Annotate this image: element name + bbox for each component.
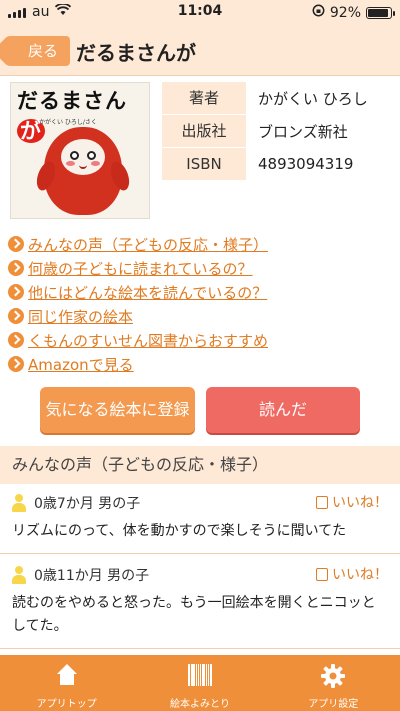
link-reader-ages[interactable]: 何歳の子どもに読まれているの？ (8, 256, 392, 280)
thumbs-up-icon (316, 495, 328, 509)
info-label: 著者 (162, 82, 246, 114)
cover-author: かがくい ひろし/さく (39, 119, 97, 126)
tab-label: アプリ設定 (308, 699, 359, 710)
voice-item: 0歳7か月 男の子 いいね！ リズムにのって、体を動かすので楽しそうに聞いてた (0, 484, 400, 554)
link-amazon[interactable]: Amazonで見る (8, 352, 392, 376)
chevron-right-icon (8, 260, 24, 276)
tab-app-top[interactable]: アプリトップ (0, 655, 133, 711)
cover-title-main: だるまさん (17, 89, 127, 113)
chevron-right-icon (8, 332, 24, 348)
link-other-books[interactable]: 他にはどんな絵本を読んでいるの？ (8, 280, 392, 304)
voice-comment: リズムにのって、体を動かすので楽しそうに聞いてた (12, 523, 347, 539)
like-button[interactable]: いいね！ (316, 492, 388, 512)
book-links: みんなの声（子どもの反応・様子） 何歳の子どもに読まれているの？ 他にはどんな絵… (8, 232, 392, 376)
voice-comment: 読むのをやめると怒った。もう一回絵本を開くとニコッとしてた。 (12, 595, 376, 634)
tab-settings[interactable]: アプリ設定 (267, 655, 400, 711)
child-icon (12, 494, 26, 512)
link-label: 他にはどんな絵本を読んでいるの？ (28, 283, 268, 302)
like-label: いいね！ (332, 495, 388, 511)
voices-section-header: みんなの声（子どもの反応・様子） (0, 446, 400, 484)
chevron-right-icon (8, 284, 24, 300)
rotation-lock-icon (312, 4, 325, 21)
info-value: ブロンズ新社 (258, 122, 348, 141)
info-label: ISBN (162, 148, 246, 180)
like-label: いいね！ (332, 567, 388, 583)
page-title: だるまさんが (76, 41, 196, 65)
thumbs-up-icon (316, 567, 328, 581)
info-value: かがくい ひろし (258, 89, 368, 108)
tab-label: アプリトップ (36, 699, 97, 710)
info-row-isbn: ISBN 4893094319 (162, 148, 394, 180)
daruma-illustration (33, 127, 133, 215)
navigation-bar: 戻る だるまさんが (0, 24, 400, 76)
book-cover-image: だるまさんが かがくい ひろし/さく (10, 82, 150, 219)
info-value: 4893094319 (258, 155, 354, 173)
battery-percent: 92% (329, 4, 361, 21)
child-age: 0歳11か月 男の子 (34, 568, 150, 584)
battery-fill (368, 8, 389, 17)
mark-read-button[interactable]: 読んだ (206, 387, 360, 433)
chevron-right-icon (8, 308, 24, 324)
tab-book-scan[interactable]: 絵本よみとり (133, 655, 266, 711)
child-age: 0歳7か月 男の子 (34, 496, 141, 512)
link-label: Amazonで見る (28, 355, 134, 374)
link-voices[interactable]: みんなの声（子どもの反応・様子） (8, 232, 392, 256)
register-favorite-button[interactable]: 気になる絵本に登録 (40, 387, 195, 433)
link-label: みんなの声（子どもの反応・様子） (28, 235, 269, 254)
link-label: 何歳の子どもに読まれているの？ (28, 259, 253, 278)
battery-icon (366, 6, 395, 19)
chevron-right-icon (8, 356, 24, 372)
book-info-table: 著者 かがくい ひろし 出版社 ブロンズ新社 ISBN 4893094319 (162, 82, 394, 181)
status-bar: au 11:04 92% (0, 0, 400, 24)
like-button[interactable]: いいね！ (316, 564, 388, 584)
tab-label: 絵本よみとり (169, 699, 230, 710)
barcode-icon (187, 664, 212, 686)
info-row-publisher: 出版社 ブロンズ新社 (162, 115, 394, 147)
link-kumon-recommend[interactable]: くもんのすいせん図書からおすすめ (8, 328, 392, 352)
link-label: くもんのすいせん図書からおすすめ (28, 331, 269, 350)
info-row-author: 著者 かがくい ひろし (162, 82, 394, 114)
tab-bar: アプリトップ 絵本よみとり アプリ設定 (0, 655, 400, 711)
link-same-author[interactable]: 同じ作家の絵本 (8, 304, 392, 328)
gear-icon (321, 664, 346, 688)
chevron-right-icon (8, 236, 24, 252)
back-button-label: 戻る (28, 42, 59, 60)
child-icon (12, 566, 26, 584)
link-label: 同じ作家の絵本 (28, 307, 134, 326)
info-label: 出版社 (162, 115, 246, 147)
home-icon (55, 664, 79, 686)
voice-item: 0歳11か月 男の子 いいね！ 読むのをやめると怒った。もう一回絵本を開くとニコ… (0, 556, 400, 649)
back-button[interactable]: 戻る (6, 36, 71, 66)
